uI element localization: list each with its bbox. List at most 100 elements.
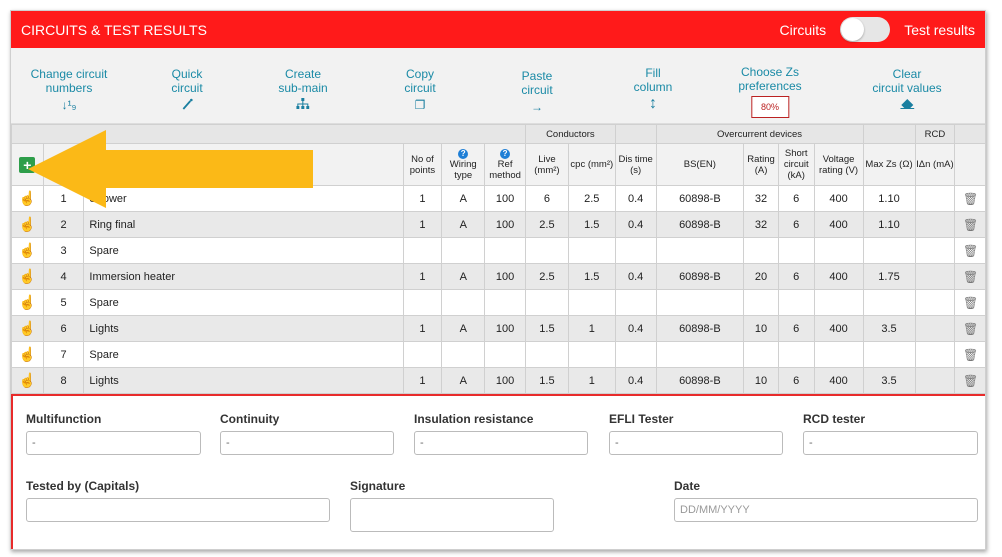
cell-bs[interactable] — [655, 341, 745, 368]
help-icon[interactable]: ? — [458, 149, 469, 159]
cell-ref[interactable] — [484, 341, 526, 368]
cell-live[interactable]: 1.5 — [525, 367, 569, 394]
cell-idn[interactable] — [914, 263, 956, 290]
cell-ref[interactable]: 100 — [484, 263, 526, 290]
cell-live[interactable]: 2.5 — [525, 211, 569, 238]
cell-live[interactable]: 1.5 — [525, 315, 569, 342]
cell-bs[interactable]: 60898-B — [655, 315, 745, 342]
insulation-resistance-input[interactable]: - — [414, 431, 588, 455]
cell-zs[interactable]: 1.10 — [862, 185, 916, 212]
cell-points[interactable]: 1 — [402, 315, 443, 342]
circuit-description[interactable]: Spare — [83, 341, 404, 368]
cell-points[interactable]: 1 — [402, 367, 443, 394]
delete-cell[interactable]: 🗑 — [954, 237, 985, 264]
circuit-description[interactable]: Immersion heater — [83, 263, 404, 290]
cell-short[interactable] — [777, 289, 815, 316]
delete-cell[interactable]: 🗑 — [954, 211, 985, 238]
cell-voltage[interactable]: 400 — [813, 367, 864, 394]
cell-short[interactable]: 6 — [777, 315, 815, 342]
cell-cpc[interactable]: 2.5 — [567, 185, 616, 212]
zs-percentage-badge[interactable]: 80% — [750, 96, 789, 118]
cell-voltage[interactable]: 400 — [813, 315, 864, 342]
select-circuit-cell[interactable]: ☝ — [11, 263, 44, 290]
cell-ref[interactable]: 100 — [484, 211, 526, 238]
cell-live[interactable] — [525, 341, 569, 368]
cell-bs[interactable]: 60898-B — [655, 185, 745, 212]
circuit-description[interactable]: Lights — [83, 367, 404, 394]
cell-ref[interactable]: 100 — [484, 367, 526, 394]
select-circuit-cell[interactable]: ☝ — [11, 289, 44, 316]
cell-ref[interactable] — [484, 289, 526, 316]
trash-icon[interactable]: 🗑 — [963, 374, 978, 388]
cell-zs[interactable]: 3.5 — [862, 367, 916, 394]
cell-idn[interactable] — [914, 237, 956, 264]
cell-dis[interactable] — [614, 341, 657, 368]
cell-dis[interactable]: 0.4 — [614, 367, 657, 394]
cell-points[interactable]: 1 — [402, 211, 443, 238]
cell-live[interactable]: 2.5 — [525, 263, 569, 290]
cell-bs[interactable]: 60898-B — [655, 367, 745, 394]
tested-by-input[interactable] — [26, 498, 330, 522]
table-row[interactable]: ☝ 4 Immersion heater 1 A 100 2.5 1.5 0.4 60898-B 2… — [11, 263, 985, 290]
multifunction-input[interactable]: - — [26, 431, 201, 455]
view-toggle[interactable] — [840, 17, 891, 42]
delete-cell[interactable]: 🗑 — [954, 367, 985, 394]
cell-cpc[interactable]: 1 — [567, 315, 616, 342]
cell-ref[interactable]: 100 — [484, 185, 526, 212]
cell-idn[interactable] — [914, 315, 956, 342]
cell-zs[interactable]: 3.5 — [862, 315, 916, 342]
trash-icon[interactable]: 🗑 — [963, 244, 978, 258]
create-sub-main-button[interactable]: Create sub-main — [278, 67, 328, 113]
pointer-hand-icon[interactable]: ☝ — [19, 216, 36, 232]
circuit-description[interactable]: Spare — [83, 237, 404, 264]
cell-zs[interactable] — [862, 341, 916, 368]
cell-zs[interactable] — [862, 289, 916, 316]
cell-bs[interactable]: 60898-B — [655, 211, 745, 238]
delete-cell[interactable]: 🗑 — [954, 289, 985, 316]
cell-bs[interactable] — [655, 237, 745, 264]
trash-icon[interactable]: 🗑 — [963, 192, 978, 206]
cell-wiring[interactable] — [441, 237, 486, 264]
rcd-tester-input[interactable]: - — [803, 431, 978, 455]
cell-cpc[interactable]: 1.5 — [567, 263, 616, 290]
cell-cpc[interactable]: 1 — [567, 367, 616, 394]
cell-cpc[interactable] — [567, 289, 616, 316]
cell-dis[interactable] — [614, 289, 657, 316]
cell-rating[interactable]: 10 — [743, 367, 779, 394]
trash-icon[interactable]: 🗑 — [963, 270, 978, 284]
cell-rating[interactable]: 32 — [743, 185, 779, 212]
toggle-label-circuits[interactable]: Circuits — [780, 22, 827, 38]
pointer-hand-icon[interactable]: ☝ — [19, 320, 36, 336]
cell-points[interactable] — [402, 237, 443, 264]
pointer-hand-icon[interactable]: ☝ — [19, 372, 36, 388]
cell-cpc[interactable]: 1.5 — [567, 211, 616, 238]
cell-short[interactable]: 6 — [777, 367, 815, 394]
cell-zs[interactable] — [862, 237, 916, 264]
cell-short[interactable]: 6 — [777, 263, 815, 290]
trash-icon[interactable]: 🗑 — [963, 322, 978, 336]
cell-idn[interactable] — [914, 289, 956, 316]
help-icon[interactable]: ? — [500, 149, 511, 159]
delete-cell[interactable]: 🗑 — [954, 185, 985, 212]
cell-dis[interactable]: 0.4 — [614, 263, 657, 290]
toggle-label-test-results[interactable]: Test results — [904, 22, 975, 38]
delete-cell[interactable]: 🗑 — [954, 263, 985, 290]
select-circuit-cell[interactable]: ☝ — [11, 367, 44, 394]
pointer-hand-icon[interactable]: ☝ — [19, 346, 36, 362]
cell-wiring[interactable] — [441, 289, 486, 316]
cell-zs[interactable]: 1.10 — [862, 211, 916, 238]
cell-live[interactable] — [525, 237, 569, 264]
cell-rating[interactable] — [743, 237, 779, 264]
cell-wiring[interactable]: A — [441, 185, 486, 212]
cell-short[interactable] — [777, 341, 815, 368]
pointer-hand-icon[interactable]: ☝ — [19, 268, 36, 284]
cell-voltage[interactable]: 400 — [813, 263, 864, 290]
cell-idn[interactable] — [914, 185, 956, 212]
pointer-hand-icon[interactable]: ☝ — [19, 242, 36, 258]
cell-bs[interactable] — [655, 289, 745, 316]
cell-short[interactable] — [777, 237, 815, 264]
quick-circuit-button[interactable]: Quick circuit — [171, 67, 203, 113]
table-row[interactable]: ☝ 5 Spare 🗑 — [11, 289, 985, 316]
cell-voltage[interactable]: 400 — [813, 211, 864, 238]
cell-dis[interactable] — [614, 237, 657, 264]
